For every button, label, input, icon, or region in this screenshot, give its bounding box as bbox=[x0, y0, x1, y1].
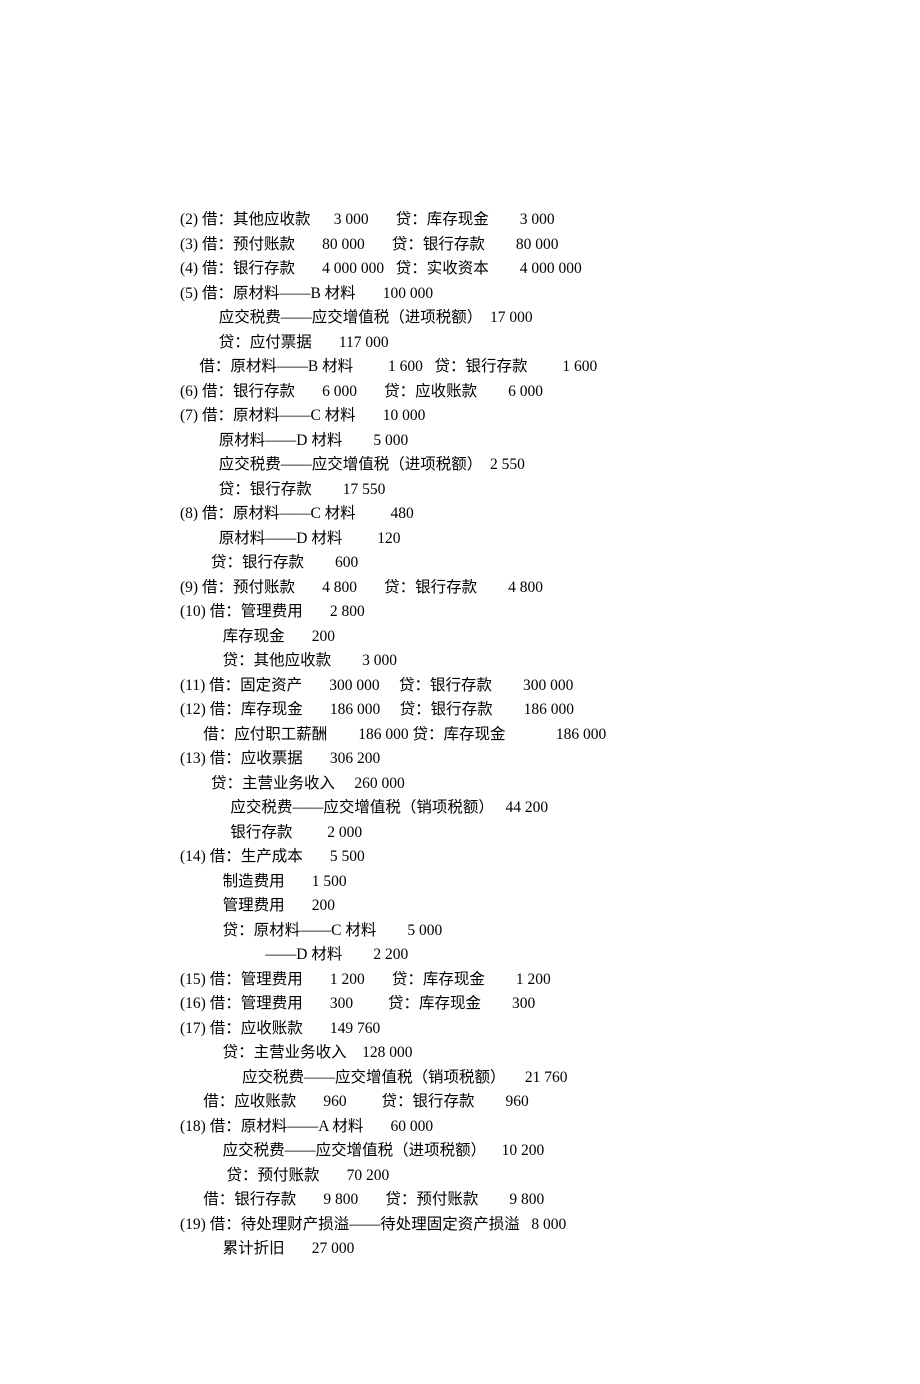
journal-entry-line: 借：原材料——B 材料 1 600 贷：银行存款 1 600 bbox=[180, 355, 880, 380]
journal-entry-line: 银行存款 2 000 bbox=[180, 821, 880, 846]
journal-entry-line: 贷：银行存款 600 bbox=[180, 551, 880, 576]
journal-entry-line: 制造费用 1 500 bbox=[180, 870, 880, 895]
journal-entry-line: 借：应收账款 960 贷：银行存款 960 bbox=[180, 1090, 880, 1115]
journal-entry-line: 管理费用 200 bbox=[180, 894, 880, 919]
journal-entry-line: (16) 借：管理费用 300 贷：库存现金 300 bbox=[180, 992, 880, 1017]
journal-entry-line: 应交税费——应交增值税（进项税额） 10 200 bbox=[180, 1139, 880, 1164]
journal-entry-line: (18) 借：原材料——A 材料 60 000 bbox=[180, 1115, 880, 1140]
journal-entry-line: 贷：预付账款 70 200 bbox=[180, 1164, 880, 1189]
journal-entry-line: (2) 借：其他应收款 3 000 贷：库存现金 3 000 bbox=[180, 208, 880, 233]
journal-entry-line: (17) 借：应收账款 149 760 bbox=[180, 1017, 880, 1042]
journal-entry-line: (8) 借：原材料——C 材料 480 bbox=[180, 502, 880, 527]
journal-entry-line: 贷：其他应收款 3 000 bbox=[180, 649, 880, 674]
journal-entry-line: 贷：原材料——C 材料 5 000 bbox=[180, 919, 880, 944]
journal-entry-line: 应交税费——应交增值税（销项税额） 21 760 bbox=[180, 1066, 880, 1091]
journal-entry-line: 贷：应付票据 117 000 bbox=[180, 331, 880, 356]
journal-entry-line: 库存现金 200 bbox=[180, 625, 880, 650]
journal-entry-line: 借：银行存款 9 800 贷：预付账款 9 800 bbox=[180, 1188, 880, 1213]
journal-entry-line: (14) 借：生产成本 5 500 bbox=[180, 845, 880, 870]
journal-entry-line: 贷：主营业务收入 128 000 bbox=[180, 1041, 880, 1066]
journal-entry-line: (11) 借：固定资产 300 000 贷：银行存款 300 000 bbox=[180, 674, 880, 699]
journal-entry-line: ——D 材料 2 200 bbox=[180, 943, 880, 968]
journal-entry-line: (15) 借：管理费用 1 200 贷：库存现金 1 200 bbox=[180, 968, 880, 993]
journal-entry-line: (7) 借：原材料——C 材料 10 000 bbox=[180, 404, 880, 429]
journal-entry-line: 原材料——D 材料 120 bbox=[180, 527, 880, 552]
journal-entry-line: (13) 借：应收票据 306 200 bbox=[180, 747, 880, 772]
journal-entry-line: 原材料——D 材料 5 000 bbox=[180, 429, 880, 454]
document-body: (2) 借：其他应收款 3 000 贷：库存现金 3 000(3) 借：预付账款… bbox=[180, 208, 880, 1262]
journal-entry-line: (9) 借：预付账款 4 800 贷：银行存款 4 800 bbox=[180, 576, 880, 601]
journal-entry-line: (19) 借：待处理财产损溢——待处理固定资产损溢 8 000 bbox=[180, 1213, 880, 1238]
journal-entry-line: (10) 借：管理费用 2 800 bbox=[180, 600, 880, 625]
journal-entry-line: 应交税费——应交增值税（销项税额） 44 200 bbox=[180, 796, 880, 821]
journal-entry-line: 借：应付职工薪酬 186 000 贷：库存现金 186 000 bbox=[180, 723, 880, 748]
journal-entry-line: (6) 借：银行存款 6 000 贷：应收账款 6 000 bbox=[180, 380, 880, 405]
journal-entry-line: 贷：银行存款 17 550 bbox=[180, 478, 880, 503]
journal-entry-line: 累计折旧 27 000 bbox=[180, 1237, 880, 1262]
journal-entry-line: (3) 借：预付账款 80 000 贷：银行存款 80 000 bbox=[180, 233, 880, 258]
journal-entry-line: 应交税费——应交增值税（进项税额） 2 550 bbox=[180, 453, 880, 478]
journal-entry-line: 应交税费——应交增值税（进项税额） 17 000 bbox=[180, 306, 880, 331]
journal-entry-line: (12) 借：库存现金 186 000 贷：银行存款 186 000 bbox=[180, 698, 880, 723]
journal-entry-line: (4) 借：银行存款 4 000 000 贷：实收资本 4 000 000 bbox=[180, 257, 880, 282]
journal-entry-line: 贷：主营业务收入 260 000 bbox=[180, 772, 880, 797]
journal-entry-line: (5) 借：原材料——B 材料 100 000 bbox=[180, 282, 880, 307]
